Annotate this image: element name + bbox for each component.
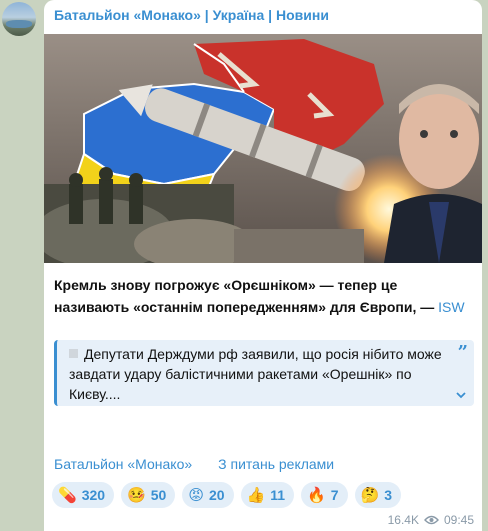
reaction-count: 11 <box>270 487 286 503</box>
views-count: 16.4K <box>387 513 419 527</box>
angry-face-icon: 😡 <box>188 485 204 504</box>
reaction-count: 3 <box>384 487 392 503</box>
chevron-down-icon[interactable] <box>454 388 468 402</box>
message-bubble: Батальйон «Монако» | Україна | Новини Кр… <box>44 0 482 531</box>
message-time: 09:45 <box>443 513 474 527</box>
quote-block[interactable]: Депутати Держдуми рф заявили, що росія н… <box>54 340 474 406</box>
reaction-count: 320 <box>81 487 106 503</box>
reactions-bar: 💊 320 🤒 50 😡 20 👍 11 🔥 7 🤔 3 <box>52 482 401 508</box>
thinking-face-icon: 🤔 <box>360 485 380 504</box>
reaction-count: 7 <box>330 487 339 503</box>
bullet-icon <box>69 349 78 358</box>
reaction-count: 50 <box>150 487 167 503</box>
quote-body: Депутати Держдуми рф заявили, що росія н… <box>69 344 448 404</box>
footer-links: Батальйон «Монако» З питань реклами <box>54 456 334 472</box>
reaction-count: 20 <box>208 487 225 503</box>
fire-icon: 🔥 <box>307 485 326 504</box>
post-caption: Кремль знову погрожує «Орєшніком» — тепе… <box>54 274 474 318</box>
source-link[interactable]: ISW <box>438 299 464 315</box>
caption-text: Кремль знову погрожує «Орєшніком» — тепе… <box>54 277 435 315</box>
channel-name[interactable]: Батальйон «Монако» | Україна | Новини <box>54 7 329 23</box>
sick-face-icon: 🤒 <box>127 485 146 504</box>
reaction-angry[interactable]: 😡 20 <box>182 482 234 508</box>
quote-text: Депутати Держдуми рф заявили, що росія н… <box>69 346 442 402</box>
quote-icon: ” <box>457 342 468 363</box>
reaction-fire[interactable]: 🔥 7 <box>301 482 348 508</box>
reaction-sick[interactable]: 🤒 50 <box>121 482 176 508</box>
thumbs-up-icon: 👍 <box>246 485 266 504</box>
eye-icon <box>424 515 439 525</box>
channel-link[interactable]: Батальйон «Монако» <box>54 456 192 472</box>
post-image[interactable] <box>44 34 482 263</box>
reaction-pill[interactable]: 💊 320 <box>52 482 115 508</box>
reaction-thinking[interactable]: 🤔 3 <box>354 482 401 508</box>
pill-icon: 💊 <box>58 485 77 504</box>
channel-avatar[interactable] <box>2 2 36 36</box>
message-meta: 16.4K 09:45 <box>388 513 474 527</box>
ads-link[interactable]: З питань реклами <box>218 456 334 472</box>
reaction-thumbs-up[interactable]: 👍 11 <box>240 482 295 508</box>
